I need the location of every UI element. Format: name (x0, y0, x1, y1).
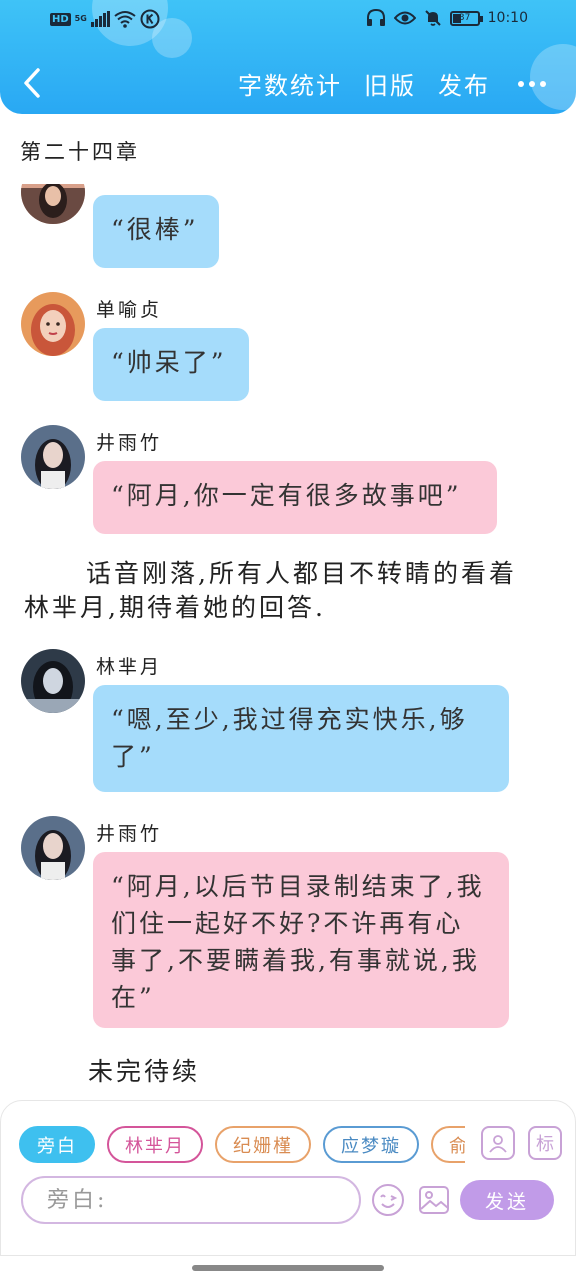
headphones-icon (366, 9, 385, 26)
avatar-image (21, 816, 85, 880)
avatar[interactable] (21, 816, 85, 880)
narration-text: 话音刚落,所有人都目不转睛的看着林芈月,期待着她的回答. (24, 559, 517, 622)
more-options-button[interactable] (518, 80, 546, 87)
header-actions: 字数统计 旧版 发布 (238, 66, 546, 101)
message-bubble[interactable]: “很棒” (93, 195, 219, 268)
avatar[interactable] (21, 292, 85, 356)
message-bubble[interactable]: “嗯,至少,我过得充实快乐,够了” (93, 685, 509, 792)
top-app-bar: HD 5G 37 10:10 字数统计 旧版 发布 (0, 0, 576, 114)
to-be-continued: 未完待续 (88, 1057, 201, 1086)
battery-icon: 37 (449, 10, 483, 26)
avatar-image (21, 425, 85, 489)
chevron-left-icon (24, 68, 40, 98)
person-card-button[interactable] (481, 1126, 515, 1160)
more-dot (529, 80, 535, 87)
image-button[interactable] (417, 1183, 451, 1217)
mark-button[interactable]: 标 (528, 1126, 562, 1160)
message-input[interactable] (47, 1187, 327, 1213)
avatar[interactable] (21, 649, 85, 713)
message-bubble[interactable]: “阿月,你一定有很多故事吧” (93, 461, 497, 534)
k-app-icon (140, 9, 160, 29)
home-indicator[interactable] (192, 1265, 384, 1271)
message-bubble[interactable]: “帅呆了” (93, 328, 249, 401)
chip-role[interactable]: 纪姗槿 (215, 1126, 311, 1163)
network-type: 5G (74, 14, 87, 23)
person-icon (489, 1135, 507, 1153)
wifi-icon (114, 11, 136, 28)
more-dot (518, 80, 524, 87)
avatar-image (21, 649, 85, 713)
speaker-name: 井雨竹 (96, 823, 163, 845)
avatar-image (21, 292, 85, 356)
speaker-name: 井雨竹 (96, 432, 163, 454)
speaker-name: 林芈月 (96, 656, 163, 678)
more-dot (540, 80, 546, 87)
chip-role[interactable]: 俞易 (431, 1126, 465, 1163)
signal-icon (90, 11, 110, 27)
image-icon (419, 1186, 449, 1214)
status-bar: HD 5G 37 10:10 (0, 0, 576, 40)
hd-badge: HD (50, 12, 71, 26)
word-count-button[interactable]: 字数统计 (238, 66, 342, 101)
role-chips: 旁白 林芈月 纪姗槿 应梦璇 俞易 (19, 1126, 465, 1166)
back-button[interactable] (18, 66, 46, 100)
send-button[interactable]: 发送 (460, 1180, 554, 1220)
eye-icon (393, 11, 416, 25)
emoji-icon (372, 1184, 404, 1216)
speaker-name: 单喻贞 (96, 299, 163, 321)
message-input-wrapper[interactable] (21, 1176, 361, 1224)
input-panel: 旁白 林芈月 纪姗槿 应梦璇 俞易 标 发送 (0, 1100, 576, 1256)
chip-narrator[interactable]: 旁白 (19, 1126, 95, 1163)
status-time: 10:10 (487, 10, 528, 26)
emoji-button[interactable] (371, 1183, 405, 1217)
mute-bell-icon (424, 10, 441, 26)
avatar[interactable] (21, 425, 85, 489)
old-version-button[interactable]: 旧版 (364, 66, 416, 101)
battery-level: 37 (458, 12, 471, 23)
chip-role[interactable]: 应梦璇 (323, 1126, 419, 1163)
chapter-title-overlay: 第二十四章 (20, 140, 140, 164)
message-bubble[interactable]: “阿月,以后节目录制结束了,我们住一起好不好?不许再有心事了,不要瞒着我,有事就… (93, 852, 509, 1028)
publish-button[interactable]: 发布 (438, 66, 490, 101)
chip-role[interactable]: 林芈月 (107, 1126, 203, 1163)
